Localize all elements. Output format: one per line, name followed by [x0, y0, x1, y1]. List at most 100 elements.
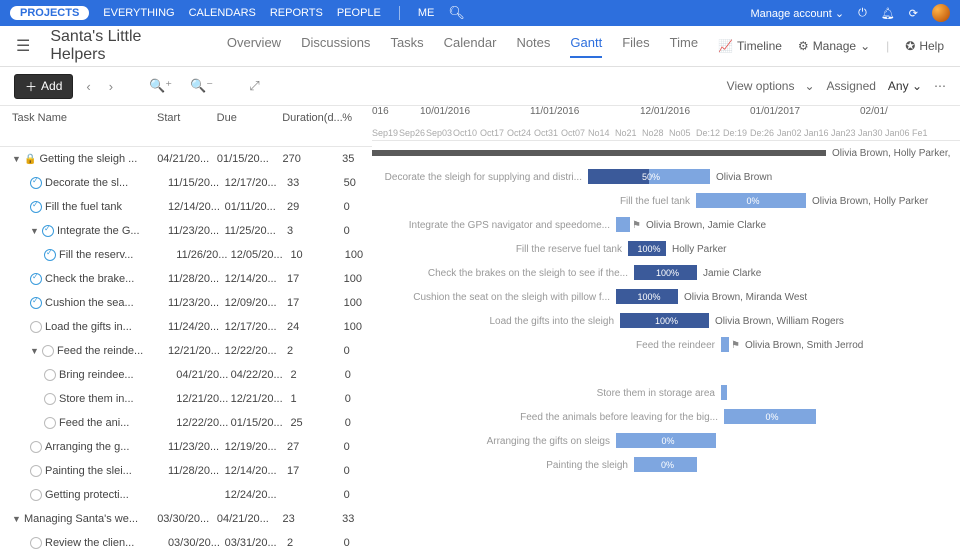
- table-row[interactable]: Fill the reserv...11/26/20...12/05/20...…: [0, 243, 372, 267]
- table-row[interactable]: Review the clien...03/30/20...03/31/20..…: [0, 531, 372, 549]
- tab-tasks[interactable]: Tasks: [390, 35, 423, 58]
- nav-people[interactable]: PEOPLE: [337, 7, 381, 19]
- manage-account[interactable]: Manage account ⌄: [750, 7, 844, 20]
- next-icon[interactable]: ›: [104, 76, 118, 97]
- cell-pc: 100: [344, 321, 372, 333]
- gantt-bar[interactable]: 100%: [620, 313, 709, 328]
- power-icon[interactable]: ⏻: [858, 7, 867, 20]
- caret-icon[interactable]: ▼: [12, 154, 21, 164]
- cell-du: 12/19/20...: [225, 441, 287, 453]
- status-circle[interactable]: [30, 177, 42, 189]
- gantt-bar[interactable]: 100%: [634, 265, 697, 280]
- tab-discussions[interactable]: Discussions: [301, 35, 370, 58]
- caret-icon[interactable]: ▼: [30, 346, 39, 356]
- timeline-button[interactable]: 📈 Timeline: [718, 39, 782, 53]
- prev-icon[interactable]: ‹: [81, 76, 95, 97]
- col-due[interactable]: Due: [217, 112, 283, 124]
- caret-icon[interactable]: ▼: [12, 514, 21, 524]
- status-circle[interactable]: [30, 201, 42, 213]
- gantt-bar[interactable]: 0%: [724, 409, 816, 424]
- bell-icon[interactable]: 🔔︎: [881, 7, 895, 20]
- zoom-in-icon[interactable]: 🔍⁺: [144, 75, 177, 97]
- table-row[interactable]: ▼Integrate the G...11/23/20...11/25/20..…: [0, 219, 372, 243]
- gantt-label: Fill the fuel tank: [620, 196, 690, 207]
- table-row[interactable]: Check the brake...11/28/20...12/14/20...…: [0, 267, 372, 291]
- status-circle[interactable]: [44, 417, 56, 429]
- table-row[interactable]: Feed the ani...12/22/20...01/15/20...250: [0, 411, 372, 435]
- tab-overview[interactable]: Overview: [227, 35, 281, 58]
- tab-notes[interactable]: Notes: [516, 35, 550, 58]
- table-row[interactable]: Cushion the sea...11/23/20...12/09/20...…: [0, 291, 372, 315]
- search-icon[interactable]: 🔍︎: [448, 5, 465, 21]
- view-options[interactable]: View options ⌄: [727, 79, 815, 93]
- table-row[interactable]: ▼Feed the reinde...12/21/20...12/22/20..…: [0, 339, 372, 363]
- status-circle[interactable]: [30, 273, 42, 285]
- gantt-row: [372, 477, 960, 501]
- table-row[interactable]: ▼Managing Santa's we...03/30/20...04/21/…: [0, 507, 372, 531]
- tab-gantt[interactable]: Gantt: [570, 35, 602, 58]
- nav-calendars[interactable]: CALENDARS: [189, 7, 256, 19]
- gantt-bar[interactable]: 0%: [634, 457, 697, 472]
- table-row[interactable]: Load the gifts in...11/24/20...12/17/20.…: [0, 315, 372, 339]
- status-circle[interactable]: [42, 345, 54, 357]
- status-circle[interactable]: [30, 489, 42, 501]
- gantt-row: Cushion the seat on the sleigh with pill…: [372, 285, 960, 309]
- avatar[interactable]: [932, 4, 950, 22]
- gantt-bar[interactable]: 100%: [616, 289, 678, 304]
- status-circle[interactable]: [44, 393, 56, 405]
- more-icon[interactable]: ⋯: [934, 79, 946, 93]
- gantt-bar[interactable]: [721, 385, 727, 400]
- add-button[interactable]: ＋ Add: [14, 74, 73, 99]
- status-circle[interactable]: [30, 297, 42, 309]
- gantt-bar[interactable]: 0%: [696, 193, 806, 208]
- gantt-bar[interactable]: 100%: [628, 241, 666, 256]
- status-circle[interactable]: [44, 369, 56, 381]
- status-circle[interactable]: [30, 321, 42, 333]
- nav-reports[interactable]: REPORTS: [270, 7, 323, 19]
- gantt-bar[interactable]: [616, 217, 630, 232]
- gantt-row: Feed the reindeer⚑Olivia Brown, Smith Je…: [372, 333, 960, 357]
- col-duration[interactable]: Duration(d...: [282, 112, 342, 124]
- expand-icon[interactable]: ⤢: [244, 75, 264, 97]
- gantt-bar[interactable]: 0%: [616, 433, 716, 448]
- status-circle[interactable]: [30, 441, 42, 453]
- table-row[interactable]: Bring reindee...04/21/20...04/22/20...20: [0, 363, 372, 387]
- table-row[interactable]: Store them in...12/21/20...12/21/20...10: [0, 387, 372, 411]
- nav-projects[interactable]: PROJECTS: [10, 6, 89, 20]
- col-percent[interactable]: %: [342, 112, 372, 124]
- table-row[interactable]: ▼🔒Getting the sleigh ...04/21/20...01/15…: [0, 147, 372, 171]
- add-icon[interactable]: ⟳: [909, 7, 918, 20]
- col-start[interactable]: Start: [157, 112, 217, 124]
- status-circle[interactable]: [30, 537, 42, 549]
- nav-everything[interactable]: EVERYTHING: [103, 7, 174, 19]
- caret-icon[interactable]: ▼: [30, 226, 39, 236]
- manage-button[interactable]: ⚙ Manage ⌄: [798, 39, 870, 53]
- cell-du: 11/25/20...: [225, 225, 287, 237]
- nav-me[interactable]: ME: [418, 7, 435, 19]
- table-row[interactable]: Decorate the sl...11/15/20...12/17/20...…: [0, 171, 372, 195]
- cell-du: 12/21/20...: [231, 393, 291, 405]
- tab-calendar[interactable]: Calendar: [444, 35, 497, 58]
- zoom-out-icon[interactable]: 🔍⁻: [185, 75, 218, 97]
- assigned-filter[interactable]: Any ⌄: [888, 79, 922, 93]
- gantt-bar[interactable]: [721, 337, 729, 352]
- menu-icon[interactable]: ☰: [16, 36, 30, 56]
- tick-label: Jan06: [885, 128, 912, 138]
- tick-label: Oct31: [534, 128, 561, 138]
- tab-time[interactable]: Time: [670, 35, 698, 58]
- gantt-bar[interactable]: [372, 150, 826, 156]
- tab-files[interactable]: Files: [622, 35, 649, 58]
- gantt-label: Fill the reserve fuel tank: [516, 244, 622, 255]
- col-task-name[interactable]: Task Name: [0, 112, 157, 124]
- status-circle[interactable]: [42, 225, 54, 237]
- help-button[interactable]: ✪ Help: [905, 39, 944, 53]
- status-circle[interactable]: [30, 465, 42, 477]
- status-circle[interactable]: [44, 249, 56, 261]
- table-row[interactable]: Arranging the g...11/23/20...12/19/20...…: [0, 435, 372, 459]
- cell-dr: 23: [283, 513, 343, 525]
- gantt-label: Arranging the gifts on sleigs: [487, 436, 610, 447]
- table-row[interactable]: Fill the fuel tank12/14/20...01/11/20...…: [0, 195, 372, 219]
- table-row[interactable]: Painting the slei...11/28/20...12/14/20.…: [0, 459, 372, 483]
- gantt-bar[interactable]: 50%: [588, 169, 710, 184]
- table-row[interactable]: Getting protecti...12/24/20...0: [0, 483, 372, 507]
